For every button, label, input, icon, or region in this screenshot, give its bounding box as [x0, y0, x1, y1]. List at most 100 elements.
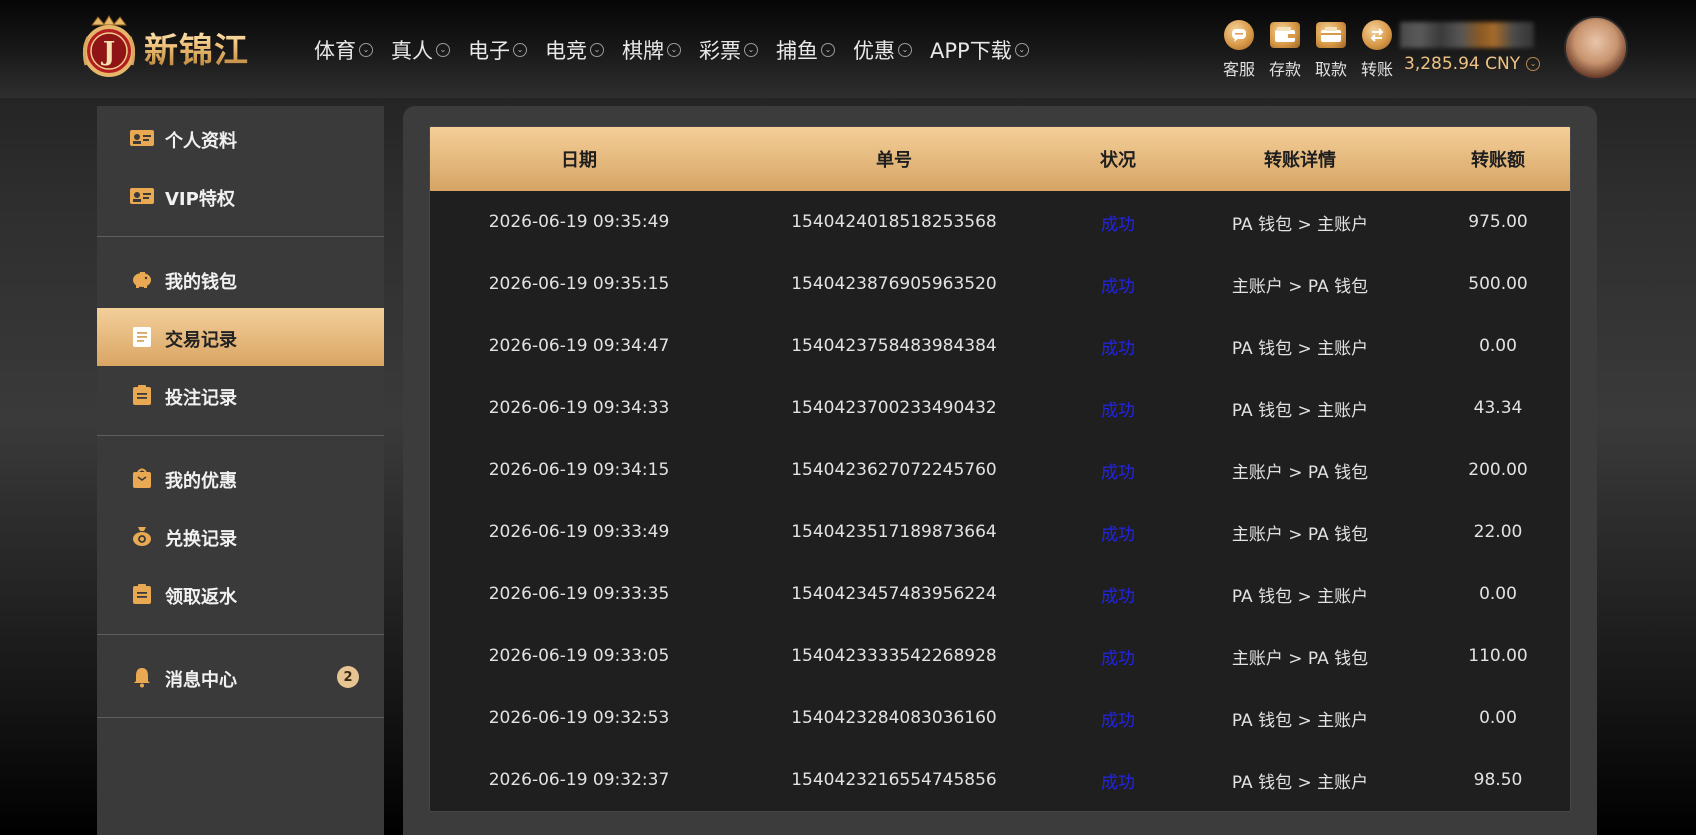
- action-label: 存款: [1268, 60, 1301, 79]
- cell-amount: 0.00: [1479, 584, 1517, 604]
- column-header-transfer-detail: 转账详情: [1264, 150, 1336, 171]
- chevron-down-icon: ⌄: [1526, 57, 1541, 71]
- chat-icon: [1224, 20, 1254, 50]
- cell-transfer-detail: PA 钱包 > 主账户: [1231, 772, 1369, 793]
- sidebar-item-label: 投注记录: [165, 388, 237, 409]
- cell-status: 成功: [1101, 462, 1135, 483]
- sidebar-divider: [97, 634, 384, 635]
- balance-dropdown[interactable]: 3,285.94 CNY ⌄: [1404, 54, 1541, 74]
- nav-esports[interactable]: 电竞 ⌄: [545, 34, 604, 66]
- nav-label: 优惠: [853, 39, 895, 63]
- sidebar-item-rebate[interactable]: 领取返水: [97, 565, 384, 623]
- withdraw-button[interactable]: 取款: [1308, 20, 1354, 80]
- action-label: 客服: [1222, 60, 1255, 79]
- bell-icon: [129, 667, 155, 688]
- id-card-icon: [129, 128, 155, 148]
- table-body: 2026-06-19 09:35:49 1540424018518253568 …: [430, 191, 1570, 811]
- table-row: 2026-06-19 09:33:49 1540423517189873664 …: [430, 501, 1570, 563]
- cell-date: 2026-06-19 09:34:33: [488, 398, 670, 418]
- table-row: 2026-06-19 09:33:05 1540423333542268928 …: [430, 625, 1570, 687]
- sidebar-item-label: 领取返水: [165, 587, 237, 608]
- nav-label: 棋牌: [622, 39, 664, 63]
- transactions-table: 日期 单号 状况 转账详情 转账额 2026-06-19 09:35:49 15…: [429, 126, 1571, 812]
- cell-amount: 22.00: [1473, 522, 1523, 542]
- nav-promotions[interactable]: 优惠 ⌄: [853, 34, 912, 66]
- nav-fishing[interactable]: 捕鱼 ⌄: [776, 34, 835, 66]
- cell-order-no: 1540423876905963520: [791, 274, 997, 294]
- sidebar-item-my-promotions[interactable]: 我的优惠: [97, 449, 384, 507]
- table-row: 2026-06-19 09:34:47 1540423758483984384 …: [430, 315, 1570, 377]
- nav-lottery[interactable]: 彩票 ⌄: [699, 34, 758, 66]
- deposit-button[interactable]: 存款: [1262, 20, 1308, 80]
- brand-name: 新锦江: [144, 23, 249, 72]
- money-bag-icon: [129, 526, 155, 546]
- table-row: 2026-06-19 09:32:37 1540423216554745856 …: [430, 749, 1570, 811]
- chevron-down-icon: ⌄: [898, 43, 912, 57]
- cell-order-no: 1540424018518253568: [791, 212, 997, 232]
- sidebar-item-vip[interactable]: VIP特权: [97, 167, 384, 225]
- sidebar-item-messages[interactable]: 消息中心 2: [97, 648, 384, 706]
- nav-app-download[interactable]: APP下载 ⌄: [930, 34, 1029, 66]
- transfer-icon: [1362, 20, 1392, 50]
- sidebar-item-profile[interactable]: 个人资料: [97, 109, 384, 167]
- cell-order-no: 1540423333542268928: [791, 646, 997, 666]
- avatar[interactable]: [1564, 16, 1628, 80]
- cell-transfer-detail: 主账户 > PA 钱包: [1231, 276, 1369, 297]
- nav-live-casino[interactable]: 真人 ⌄: [391, 34, 450, 66]
- cell-transfer-detail: PA 钱包 > 主账户: [1231, 586, 1369, 607]
- nav-label: 体育: [314, 39, 356, 63]
- cell-status: 成功: [1101, 214, 1135, 235]
- username-redacted: [1400, 22, 1534, 48]
- withdraw-wallet-icon: [1316, 22, 1346, 48]
- sidebar-item-label: 个人资料: [165, 131, 237, 152]
- cell-order-no: 1540423284083036160: [791, 708, 997, 728]
- sidebar: 个人资料 VIP特权 我的钱包 交易记录 投注记录 我的优惠 兑换记录 领取返水…: [97, 106, 384, 835]
- sidebar-item-label: VIP特权: [165, 189, 235, 210]
- chevron-down-icon: ⌄: [359, 43, 373, 57]
- cell-date: 2026-06-19 09:33:05: [488, 646, 670, 666]
- brand-logo[interactable]: J 新锦江: [78, 14, 288, 80]
- gift-bag-icon: [129, 468, 155, 488]
- cell-transfer-detail: 主账户 > PA 钱包: [1231, 524, 1369, 545]
- cell-date: 2026-06-19 09:32:53: [488, 708, 670, 728]
- chevron-down-icon: ⌄: [513, 43, 527, 57]
- cell-date: 2026-06-19 09:34:15: [488, 460, 670, 480]
- column-header-amount: 转账额: [1471, 150, 1525, 171]
- action-label: 转账: [1360, 60, 1393, 79]
- customer-service-button[interactable]: 客服: [1216, 20, 1262, 80]
- column-header-order-no: 单号: [876, 150, 912, 171]
- cell-date: 2026-06-19 09:35:15: [488, 274, 670, 294]
- nav-label: 彩票: [699, 39, 741, 63]
- vip-card-icon: [129, 186, 155, 206]
- cell-status: 成功: [1101, 648, 1135, 669]
- unread-count-badge: 2: [337, 666, 359, 688]
- sidebar-item-redeem-records[interactable]: 兑换记录: [97, 507, 384, 565]
- cell-status: 成功: [1101, 400, 1135, 421]
- chevron-down-icon: ⌄: [744, 43, 758, 57]
- sidebar-divider: [97, 717, 384, 718]
- cell-status: 成功: [1101, 524, 1135, 545]
- main-nav: 体育 ⌄ 真人 ⌄ 电子 ⌄ 电竞 ⌄ 棋牌 ⌄ 彩票 ⌄ 捕鱼 ⌄ 优惠 ⌄ APP下载 ⌄: [314, 34, 1047, 66]
- nav-sports[interactable]: 体育 ⌄: [314, 34, 373, 66]
- cell-transfer-detail: PA 钱包 > 主账户: [1231, 400, 1369, 421]
- cell-status: 成功: [1101, 710, 1135, 731]
- sidebar-item-transactions[interactable]: 交易记录: [97, 308, 384, 366]
- cell-amount: 0.00: [1479, 708, 1517, 728]
- cell-status: 成功: [1101, 276, 1135, 297]
- sidebar-item-bet-records[interactable]: 投注记录: [97, 366, 384, 424]
- nav-card-games[interactable]: 棋牌 ⌄: [622, 34, 681, 66]
- table-row: 2026-06-19 09:33:35 1540423457483956224 …: [430, 563, 1570, 625]
- chevron-down-icon: ⌄: [821, 43, 835, 57]
- cell-amount: 975.00: [1468, 212, 1528, 232]
- cell-amount: 98.50: [1473, 770, 1523, 790]
- cell-transfer-detail: 主账户 > PA 钱包: [1231, 648, 1369, 669]
- table-row: 2026-06-19 09:32:53 1540423284083036160 …: [430, 687, 1570, 749]
- cell-status: 成功: [1101, 586, 1135, 607]
- nav-slots[interactable]: 电子 ⌄: [468, 34, 527, 66]
- column-header-status: 状况: [1100, 150, 1136, 171]
- cell-order-no: 1540423700233490432: [791, 398, 997, 418]
- sidebar-item-wallet[interactable]: 我的钱包: [97, 250, 384, 308]
- transfer-button[interactable]: 转账: [1354, 20, 1400, 80]
- cell-order-no: 1540423517189873664: [791, 522, 997, 542]
- cell-amount: 0.00: [1479, 336, 1517, 356]
